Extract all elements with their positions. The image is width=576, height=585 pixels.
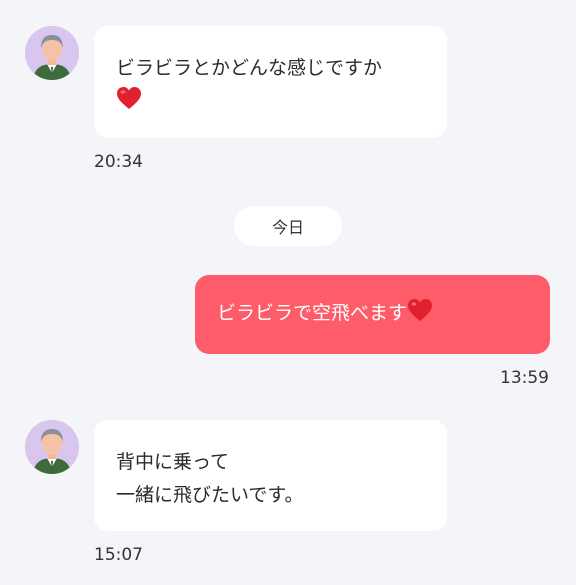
message-timestamp: 15:07 [94,545,143,565]
message-text-line: 一緒に飛びたいです。 [116,484,304,506]
sender-avatar[interactable] [25,26,79,80]
message-text: ビラビラとかどんな感じですか [116,57,383,79]
message-text-line: 背中に乗って [116,451,230,473]
outgoing-message-bubble[interactable]: ビラビラで空飛べます [195,275,550,354]
date-separator-label: 今日 [271,218,304,237]
man-avatar-icon [25,420,79,474]
red-heart-icon [117,87,141,109]
message-text: ビラビラで空飛べます [217,302,408,324]
incoming-message-bubble[interactable]: ビラビラとかどんな感じですか [94,26,447,138]
red-heart-icon [408,299,433,321]
incoming-message-bubble[interactable]: 背中に乗って 一緒に飛びたいです。 [94,420,447,531]
date-separator: 今日 [234,206,342,246]
man-avatar-icon [25,26,79,80]
message-timestamp: 20:34 [94,152,143,172]
message-timestamp: 13:59 [500,368,549,388]
sender-avatar[interactable] [25,420,79,474]
